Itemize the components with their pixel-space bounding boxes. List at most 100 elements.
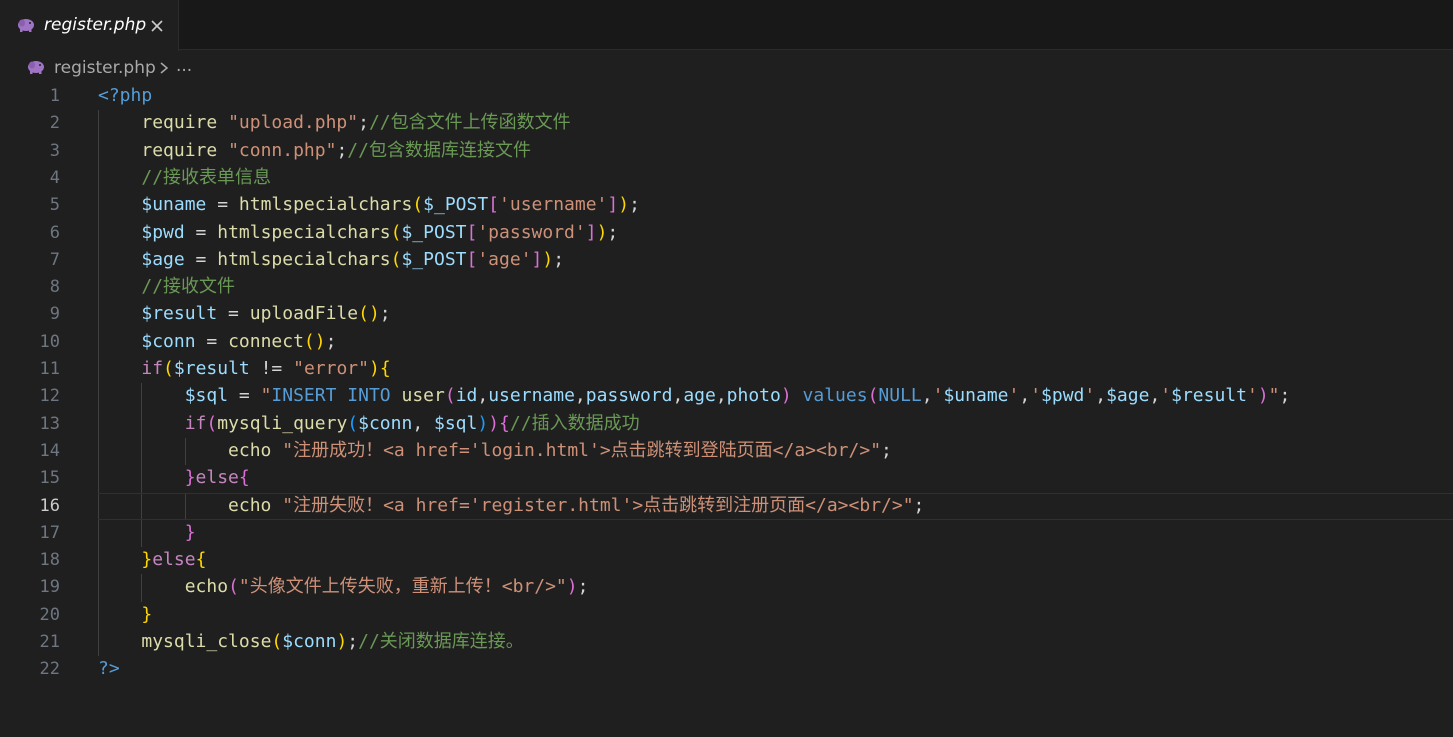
code-token: , bbox=[715, 385, 727, 407]
code-editor[interactable]: 1 <?php 2 require "upload.php";//包含文件上传函数文… bbox=[0, 83, 1453, 737]
code-line[interactable]: 4 //接收表单信息 bbox=[0, 165, 1453, 192]
code-line[interactable]: 20 } bbox=[0, 602, 1453, 629]
code-line[interactable]: 8 //接收文件 bbox=[0, 274, 1453, 301]
code-text: $age = htmlspecialchars($_POST['age']); bbox=[98, 249, 564, 271]
code-token: 'password' bbox=[477, 221, 586, 243]
line-number: 14 bbox=[39, 440, 60, 461]
code-line[interactable]: 16 echo "注册失败！<a href='register.html'>点击… bbox=[0, 492, 1453, 520]
code-token: ] bbox=[531, 248, 543, 270]
code-text: mysqli_close($conn);//关闭数据库连接。 bbox=[98, 631, 523, 653]
code-token: $conn bbox=[358, 412, 413, 434]
code-line[interactable]: 3 require "conn.php";//包含数据库连接文件 bbox=[0, 138, 1453, 165]
code-line[interactable]: 5 $uname = htmlspecialchars($_POST['user… bbox=[0, 192, 1453, 219]
code-token: , bbox=[1095, 385, 1107, 407]
code-token: $conn bbox=[141, 330, 196, 352]
code-token: ) bbox=[488, 412, 500, 434]
code-token: "conn.php" bbox=[228, 139, 337, 161]
code-token: } bbox=[141, 603, 153, 625]
code-line[interactable]: 7 $age = htmlspecialchars($_POST['age'])… bbox=[0, 247, 1453, 274]
breadcrumb-more[interactable]: ... bbox=[176, 56, 192, 76]
code-token: ( bbox=[390, 221, 402, 243]
code-token: , bbox=[921, 385, 933, 407]
code-token: = bbox=[184, 248, 218, 270]
code-token: } bbox=[141, 549, 153, 571]
code-token: <?php bbox=[98, 85, 153, 106]
code-line[interactable]: 17 } bbox=[0, 520, 1453, 547]
code-token: echo bbox=[228, 439, 272, 461]
code-line[interactable]: 10 $conn = connect(); bbox=[0, 329, 1453, 356]
code-token: "头像文件上传失败，重新上传！<br/>" bbox=[238, 576, 567, 598]
code-token: user bbox=[401, 385, 445, 407]
code-token: values bbox=[802, 385, 868, 407]
code-text: if($result != "error"){ bbox=[98, 358, 391, 380]
tab-register-php[interactable]: register.php bbox=[0, 0, 179, 51]
code-line[interactable]: 11 if($result != "error"){ bbox=[0, 356, 1453, 383]
code-token: { bbox=[379, 358, 391, 379]
code-token: ; bbox=[379, 303, 391, 325]
code-token: ( bbox=[228, 576, 239, 598]
code-line[interactable]: 9 $result = uploadFile(); bbox=[0, 301, 1453, 328]
code-token: ; bbox=[607, 221, 619, 243]
code-line[interactable]: 21 mysqli_close($conn);//关闭数据库连接。 bbox=[0, 629, 1453, 656]
code-line[interactable]: 15 }else{ bbox=[0, 465, 1453, 492]
code-token: $age bbox=[1106, 385, 1150, 407]
line-number: 11 bbox=[39, 359, 60, 379]
code-token: $conn bbox=[282, 631, 337, 652]
code-text: }else{ bbox=[98, 549, 206, 571]
code-token: () bbox=[358, 303, 380, 325]
code-token: echo bbox=[184, 576, 229, 598]
code-token: NULL bbox=[878, 385, 922, 407]
line-number: 22 bbox=[39, 659, 60, 680]
code-token: require bbox=[141, 139, 218, 161]
code-token: " bbox=[260, 385, 272, 407]
code-token: ' bbox=[1008, 385, 1020, 407]
code-token: //包含数据库连接文件 bbox=[347, 139, 531, 161]
code-token: password bbox=[585, 385, 673, 407]
code-token: connect bbox=[228, 330, 304, 352]
code-token: $uname bbox=[943, 385, 1009, 407]
code-token: ?> bbox=[98, 658, 120, 680]
code-line[interactable]: 1 <?php bbox=[0, 83, 1453, 110]
code-token: ( bbox=[347, 412, 359, 434]
code-text: $result = uploadFile(); bbox=[98, 303, 391, 325]
code-token: require bbox=[141, 112, 218, 134]
code-line[interactable]: 14 echo "注册成功！<a href='login.html'>点击跳转到… bbox=[0, 438, 1453, 465]
close-icon[interactable] bbox=[149, 18, 165, 34]
code-token: () bbox=[303, 330, 326, 352]
breadcrumb-file[interactable]: register.php bbox=[54, 58, 156, 78]
code-token: { bbox=[238, 467, 250, 489]
code-line[interactable]: 12 $sql = "INSERT INTO user(id,username,… bbox=[0, 383, 1453, 410]
code-line[interactable]: 6 $pwd = htmlspecialchars($_POST['passwo… bbox=[0, 220, 1453, 247]
line-number: 21 bbox=[39, 632, 60, 652]
code-text: echo "注册成功！<a href='login.html'>点击跳转到登陆页… bbox=[98, 440, 892, 462]
code-line[interactable]: 19 echo("头像文件上传失败，重新上传！<br/>"); bbox=[0, 574, 1453, 601]
code-line[interactable]: 13 if(mysqli_query($conn, $sql)){//插入数据成… bbox=[0, 411, 1453, 438]
code-text: $sql = "INSERT INTO user(id,username,pas… bbox=[98, 385, 1291, 407]
code-token: $_POST bbox=[401, 221, 467, 243]
line-number: 6 bbox=[49, 222, 60, 243]
code-text: if(mysqli_query($conn, $sql)){//插入数据成功 bbox=[98, 413, 640, 435]
code-token: id bbox=[455, 385, 478, 407]
code-line[interactable]: 18 }else{ bbox=[0, 547, 1453, 574]
code-token: ; bbox=[629, 194, 640, 216]
code-token: , bbox=[672, 385, 684, 407]
line-number: 19 bbox=[39, 577, 60, 598]
code-token: = bbox=[184, 221, 218, 243]
code-line[interactable]: 2 require "upload.php";//包含文件上传函数文件 bbox=[0, 110, 1453, 137]
php-elephant-icon bbox=[18, 19, 34, 32]
code-token: ) bbox=[1257, 385, 1269, 407]
code-line[interactable]: 22 ?> bbox=[0, 656, 1453, 683]
code-token: ( bbox=[206, 412, 218, 434]
code-token: [ bbox=[466, 221, 478, 243]
code-token: //插入数据成功 bbox=[509, 412, 640, 434]
